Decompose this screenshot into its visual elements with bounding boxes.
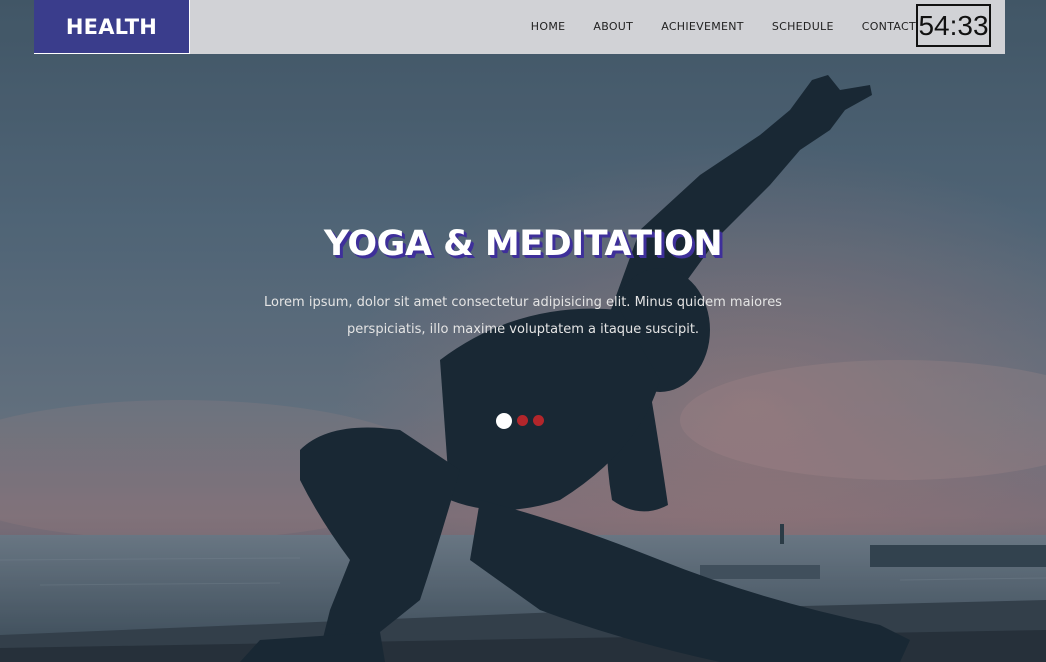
nav-item-schedule[interactable]: SCHEDULE xyxy=(772,20,834,33)
nav-item-achievement[interactable]: ACHIEVEMENT xyxy=(661,20,744,33)
slider-dot-3[interactable] xyxy=(533,415,544,426)
hero-description-line-1: Lorem ipsum, dolor sit amet consectetur … xyxy=(264,295,782,310)
countdown-clock: 54:33 xyxy=(916,4,991,47)
brand-logo[interactable]: HEALTH xyxy=(34,0,190,54)
nav-item-contact[interactable]: CONTACT xyxy=(862,20,916,33)
nav-item-home[interactable]: HOME xyxy=(531,20,566,33)
top-navbar: HEALTH HOME ABOUT ACHIEVEMENT SCHEDULE C… xyxy=(34,0,1005,54)
slider-dot-1[interactable] xyxy=(496,412,512,429)
page: HEALTH HOME ABOUT ACHIEVEMENT SCHEDULE C… xyxy=(0,0,1046,662)
slider-indicators xyxy=(496,412,549,429)
slider-dot-2[interactable] xyxy=(517,415,528,426)
hero-description: Lorem ipsum, dolor sit amet consectetur … xyxy=(263,289,783,343)
nav-item-about[interactable]: ABOUT xyxy=(593,20,633,33)
hero-description-line-2: perspiciatis, illo maxime voluptatem a i… xyxy=(346,322,700,337)
hero-title: YOGA & MEDITATION xyxy=(323,224,723,264)
nav-menu: HOME ABOUT ACHIEVEMENT SCHEDULE CONTACT xyxy=(503,0,916,52)
